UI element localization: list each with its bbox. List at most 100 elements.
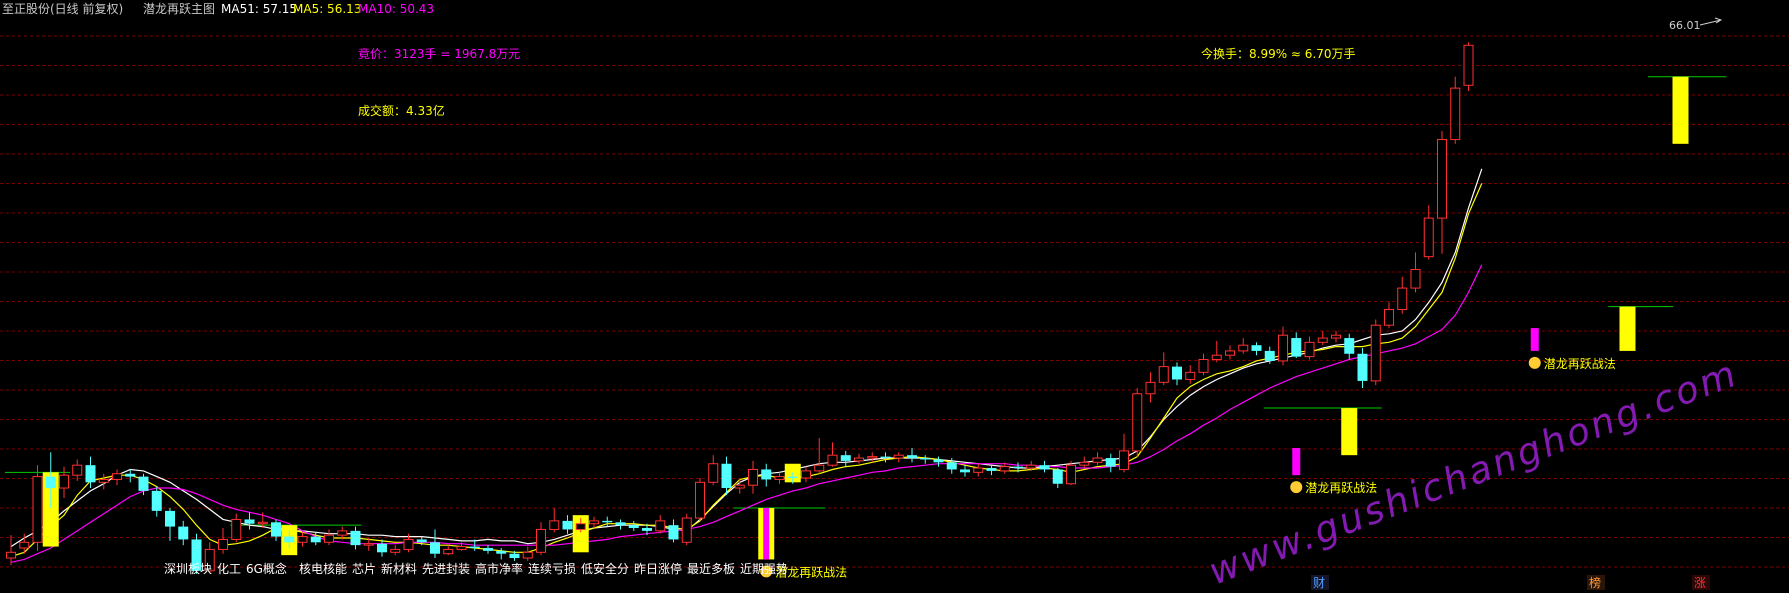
candle-body-up: [1238, 344, 1249, 352]
high-price-label: 66.01: [1669, 19, 1701, 32]
candle-body-down: [310, 536, 321, 543]
candle-body-down: [907, 455, 917, 459]
candle-body-down: [151, 490, 162, 511]
candle-body-down: [125, 473, 136, 477]
candle-body-up: [297, 536, 308, 543]
candle-body-up: [443, 548, 454, 555]
ma51-legend: MA51: 57.15: [221, 2, 297, 16]
candle-body-up: [1158, 366, 1169, 383]
candle-body-down: [986, 468, 997, 471]
turnover-info: 今换手：8.99% ≈ 6.70万手: [1201, 46, 1356, 61]
candle-body-down: [85, 465, 96, 483]
concept-tag: 最近多板: [687, 562, 735, 576]
candle-body-up: [734, 484, 745, 489]
money-bag-icon: [1528, 356, 1541, 369]
candle-body-up: [1384, 308, 1394, 326]
candle-body-up: [1304, 341, 1315, 358]
concept-tag: 低安全分: [581, 561, 629, 576]
candle-body-up: [1145, 381, 1156, 395]
candle-body-up: [1066, 464, 1076, 485]
ma5-legend: MA5: 56.13: [293, 2, 361, 16]
candle-body-up: [59, 474, 69, 489]
candle-body-up: [973, 467, 984, 473]
marker-zhang: 涨: [1694, 575, 1706, 590]
candle-body-up: [681, 517, 692, 543]
candle-body-down: [496, 550, 507, 554]
candle-body-down: [509, 553, 520, 559]
candle-body-up: [695, 481, 705, 519]
candle-body-down: [1039, 465, 1050, 470]
signal-bar-yellow: [1341, 408, 1358, 456]
candle-body-up: [589, 520, 599, 525]
candle-body-down: [1105, 458, 1116, 467]
candle-body-down: [1264, 350, 1275, 361]
bottom-markers: 财 榜 涨: [1311, 575, 1710, 590]
candle-body-up: [324, 534, 334, 543]
candle-body-up: [112, 473, 122, 480]
candle-body-down: [45, 476, 56, 489]
candle-body-up: [1225, 350, 1235, 356]
signal-label: 潜龙再跃战法: [1305, 481, 1377, 495]
candle-body-up: [893, 454, 904, 459]
candle-body-up: [19, 541, 30, 549]
candle-body-down: [138, 476, 149, 491]
candle-body-down: [960, 469, 970, 473]
candle-body-up: [72, 464, 83, 476]
candle-body-down: [165, 510, 175, 527]
candle-body-down: [602, 520, 613, 523]
stock-name: 至正股份(日线 前复权): [2, 1, 123, 16]
concept-tag: 化工: [217, 562, 241, 576]
candle-body-up: [1278, 334, 1288, 362]
candle-body-down: [1344, 338, 1355, 354]
candle-body-up: [98, 478, 109, 483]
candle-body-up: [337, 530, 348, 536]
concept-tag: 6G概念: [246, 561, 287, 576]
signal-bar-yellow: [1672, 76, 1689, 144]
candle-body-down: [880, 456, 891, 459]
candle-body-up: [536, 528, 546, 553]
candle-body-up: [549, 520, 560, 530]
concept-tag: 近期强势: [740, 562, 788, 576]
candle-body-up: [854, 457, 864, 462]
concept-tag: 先进封装: [422, 562, 470, 576]
marker-bang: 榜: [1589, 575, 1601, 590]
candle-body-up: [708, 463, 719, 483]
candle-body-up: [32, 476, 43, 543]
concept-tag: 芯片: [352, 562, 376, 576]
candle-body-up: [748, 468, 758, 486]
candle-body-down: [271, 522, 281, 537]
indicator-name: 潜龙再跃主图: [143, 2, 215, 16]
concept-tag: 核电核能: [299, 562, 347, 576]
candle-body-down: [1251, 345, 1262, 351]
price-gridlines: [0, 35, 1789, 568]
concept-tag: 新材料: [381, 561, 417, 576]
signal-bar-magenta: [1530, 328, 1539, 351]
candle-body-down: [1013, 466, 1023, 469]
candle-body-up: [1092, 457, 1103, 463]
concept-tag: 高市净率: [475, 561, 523, 576]
candle-body-down: [721, 463, 732, 489]
candle-body-down: [469, 546, 480, 549]
candle-body-up: [1132, 393, 1143, 452]
candle-body-up: [801, 470, 811, 479]
candle-body-down: [840, 455, 851, 461]
candle-body-up: [390, 548, 401, 553]
candle-body-up: [867, 456, 878, 459]
candle-body-up: [1423, 217, 1434, 258]
candle-body-up: [1198, 358, 1209, 373]
candle-body-down: [642, 528, 652, 531]
candle-body-down: [1357, 353, 1368, 381]
candle-body-up: [231, 518, 242, 540]
watermark-layer: www.gushichanghong.com: [1203, 351, 1744, 593]
auction-info: 竟价：3123手 = 1967.8万元: [358, 47, 520, 61]
candle-body-down: [350, 530, 361, 546]
candle-body-up: [363, 543, 374, 546]
candles: [6, 42, 1474, 574]
candle-body-down: [562, 520, 573, 530]
candle-body-down: [615, 522, 626, 526]
candle-body-up: [1410, 269, 1421, 289]
candle-body-up: [655, 520, 666, 532]
candle-body-down: [284, 536, 295, 543]
candle-body-up: [1119, 450, 1129, 470]
candle-body-down: [787, 476, 798, 479]
